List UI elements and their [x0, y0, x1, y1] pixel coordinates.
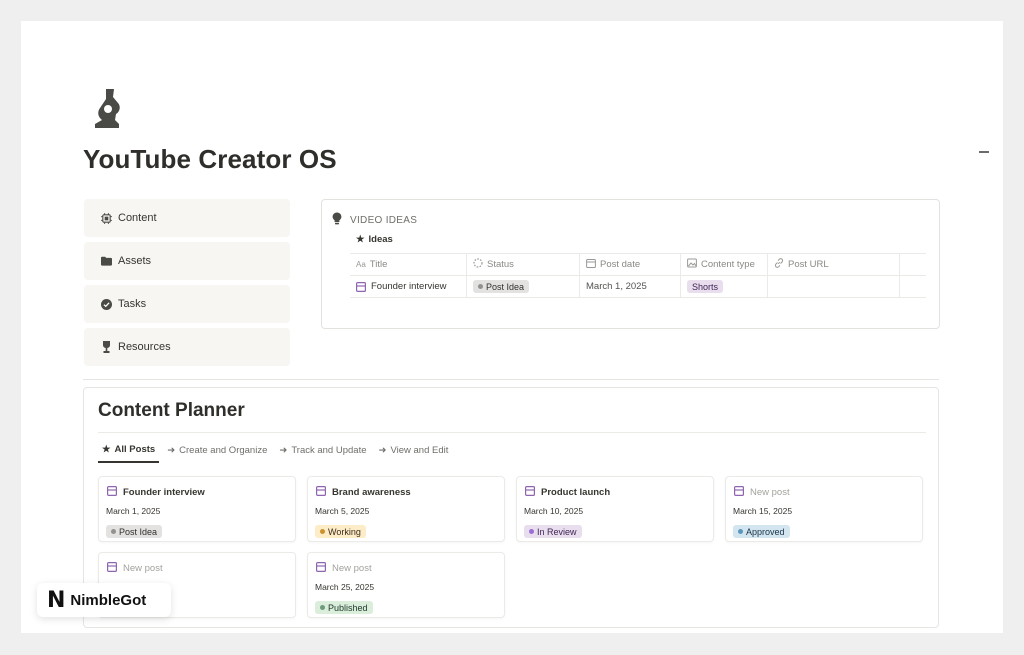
arrow-right-icon: ➜	[279, 445, 288, 456]
page-icon	[107, 562, 118, 575]
gallery-card[interactable]: Brand awareness March 5, 2025 Working	[307, 476, 505, 542]
status-badge: In Review	[524, 525, 582, 538]
nav-button-resources[interactable]: Resources	[84, 328, 290, 366]
text-property-icon: Aa	[356, 260, 366, 269]
chess-pawn-icon	[95, 89, 120, 128]
page-icon	[525, 486, 536, 499]
card-date: March 10, 2025	[524, 506, 584, 516]
page-title: YouTube Creator OS	[83, 144, 337, 174]
video-ideas-heading: VIDEO IDEAS	[332, 212, 417, 228]
column-header-spacer	[900, 254, 926, 275]
link-icon	[774, 258, 784, 271]
column-header-post-url[interactable]: Post URL	[768, 254, 900, 275]
nav-button-tasks[interactable]: Tasks	[84, 285, 290, 323]
card-title: New post	[734, 486, 790, 499]
cell-content-type[interactable]: Shorts	[681, 276, 768, 297]
status-badge: Post Idea	[106, 525, 163, 538]
notion-page: YouTube Creator OS Content Assets Tasks …	[21, 21, 1003, 633]
tab-track-and-update[interactable]: ➜ Track and Update	[275, 444, 370, 463]
brand-mark: N	[47, 587, 66, 613]
page-icon	[734, 486, 745, 499]
page-icon	[316, 486, 327, 499]
card-date: March 1, 2025	[106, 506, 161, 516]
trophy-icon	[100, 341, 112, 353]
view-tab-ideas[interactable]: ★ Ideas	[356, 234, 393, 245]
page-icon	[316, 562, 327, 575]
cell-post-date[interactable]: March 1, 2025	[580, 276, 681, 297]
gallery-card[interactable]: Founder interview March 1, 2025 Post Ide…	[98, 476, 296, 542]
column-header-post-date[interactable]: Post date	[580, 254, 681, 275]
status-badge: Approved	[733, 525, 790, 538]
ideas-table: Aa Title Status Post date Content type Po…	[350, 253, 926, 298]
tab-all-posts[interactable]: ★ All Posts	[98, 444, 160, 463]
table-row[interactable]: Founder interview Post Idea March 1, 202…	[350, 276, 926, 298]
card-title: New post	[316, 562, 372, 575]
column-header-status[interactable]: Status	[467, 254, 580, 275]
star-icon: ★	[102, 444, 111, 455]
nav-button-content[interactable]: Content	[84, 199, 290, 237]
status-badge: Published	[315, 601, 373, 614]
cell-spacer	[900, 276, 926, 297]
planner-title: Content Planner	[98, 400, 245, 421]
nav-label: Content	[118, 212, 157, 224]
tab-view-and-edit[interactable]: ➜ View and Edit	[375, 444, 453, 463]
card-date: March 25, 2025	[315, 582, 375, 592]
divider	[83, 379, 939, 380]
arrow-right-icon: ➜	[167, 445, 176, 456]
brand-name: NimbleGot	[70, 591, 147, 609]
nav-button-assets[interactable]: Assets	[84, 242, 290, 280]
gallery-card[interactable]: New post March 25, 2025 Published	[307, 552, 505, 618]
table-header-row: Aa Title Status Post date Content type Po…	[350, 254, 926, 276]
card-date: March 5, 2025	[315, 506, 370, 516]
brand-logo: N NimbleGot	[37, 583, 171, 617]
cell-title[interactable]: Founder interview	[350, 276, 467, 297]
status-badge: Post Idea	[473, 280, 530, 293]
cell-post-url[interactable]	[768, 276, 900, 297]
collapse-icon[interactable]	[979, 151, 989, 153]
status-property-icon	[473, 258, 483, 271]
page-icon	[107, 486, 118, 499]
card-title: Product launch	[525, 486, 610, 499]
lightbulb-icon	[332, 212, 342, 228]
image-icon	[687, 258, 697, 271]
planner-tabs: ★ All Posts ➜ Create and Organize ➜ Track a…	[98, 444, 456, 463]
cell-status[interactable]: Post Idea	[467, 276, 580, 297]
card-title: New post	[107, 562, 163, 575]
star-icon: ★	[356, 234, 365, 245]
calendar-icon	[586, 258, 596, 271]
divider	[98, 432, 926, 433]
gallery-card[interactable]: New post March 15, 2025 Approved	[725, 476, 923, 542]
content-type-tag: Shorts	[687, 280, 724, 293]
card-title: Founder interview	[107, 486, 205, 499]
nav-label: Tasks	[118, 298, 147, 310]
check-circle-icon	[100, 298, 112, 310]
nav-label: Assets	[118, 255, 152, 267]
gallery-card[interactable]: Product launch March 10, 2025 In Review	[516, 476, 714, 542]
page-icon	[356, 281, 366, 292]
cpu-icon	[100, 212, 112, 224]
arrow-right-icon: ➜	[378, 445, 387, 456]
column-header-content-type[interactable]: Content type	[681, 254, 768, 275]
status-badge: Working	[315, 525, 366, 538]
tab-create-and-organize[interactable]: ➜ Create and Organize	[163, 444, 271, 463]
card-title: Brand awareness	[316, 486, 411, 499]
content-planner: Content Planner ★ All Posts ➜ Create and O…	[83, 387, 939, 628]
nav-label: Resources	[118, 341, 171, 353]
folder-icon	[100, 255, 112, 267]
column-header-title[interactable]: Aa Title	[350, 254, 467, 275]
card-date: March 15, 2025	[733, 506, 793, 516]
video-ideas-callout: VIDEO IDEAS ★ Ideas Aa Title Status Post …	[321, 199, 940, 329]
